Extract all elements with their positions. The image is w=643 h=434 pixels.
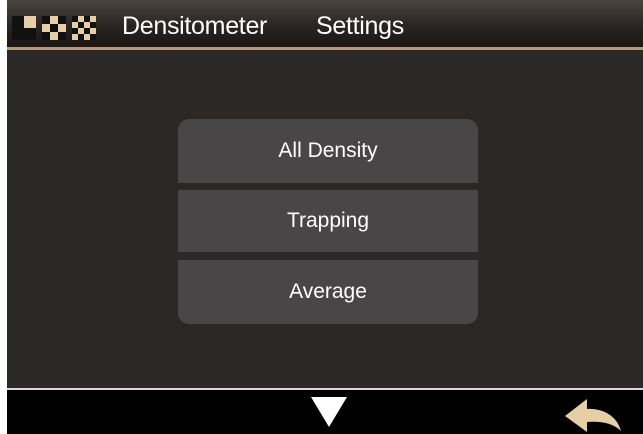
all-density-button[interactable]: All Density bbox=[178, 119, 478, 183]
title-bar: Densitometer Settings bbox=[7, 0, 643, 50]
measurement-mode-icons bbox=[12, 16, 96, 40]
halftone-patch-icon bbox=[42, 16, 66, 40]
section-title: Settings bbox=[316, 12, 404, 40]
average-label: Average bbox=[289, 280, 367, 303]
bottom-bar bbox=[7, 390, 643, 434]
trapping-button[interactable]: Trapping bbox=[178, 190, 478, 252]
trapping-label: Trapping bbox=[286, 209, 370, 232]
all-density-label: All Density bbox=[278, 139, 378, 162]
solid-patch-icon bbox=[12, 16, 36, 40]
checker-patch-icon bbox=[72, 16, 96, 40]
left-frame-edge bbox=[0, 0, 7, 434]
back-arrow-icon[interactable] bbox=[563, 396, 623, 432]
settings-panel: All Density Trapping Average bbox=[7, 50, 643, 388]
average-button[interactable]: Average bbox=[178, 260, 478, 324]
app-title: Densitometer bbox=[122, 12, 268, 40]
down-arrow-icon[interactable] bbox=[310, 396, 348, 428]
